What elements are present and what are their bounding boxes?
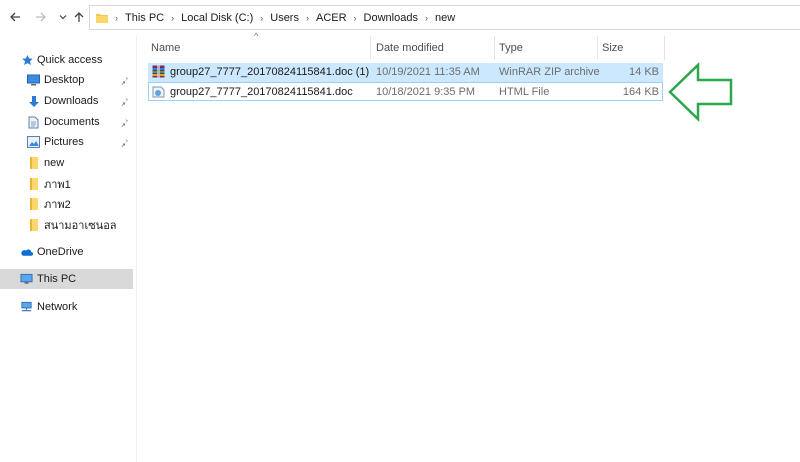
sidebar-item-pictures[interactable]: Pictures [0,132,133,152]
breadcrumb-new[interactable]: new [435,12,455,24]
breadcrumb-this-pc[interactable]: This PC [125,12,164,24]
sidebar-item-documents[interactable]: Documents [0,112,133,132]
column-header-name[interactable]: Name [151,36,371,60]
navigation-pane: Quick access Desktop Downloads Documents… [0,36,133,462]
folder-icon [27,198,40,211]
sidebar-item-desktop[interactable]: Desktop [0,70,133,90]
folder-icon [27,178,40,191]
file-size: 14 KB [629,65,659,78]
file-type: WinRAR ZIP archive [499,65,600,78]
sidebar-item-label: Pictures [44,136,84,148]
download-arrow-icon [27,95,40,108]
pane-divider [136,36,137,462]
sidebar-item-new[interactable]: new [0,153,133,173]
forward-arrow-icon [36,12,46,22]
breadcrumb-acer[interactable]: ACER [316,12,347,24]
breadcrumb-users[interactable]: Users [270,12,299,24]
sidebar-item-label: ภาพ1 [44,179,71,191]
breadcrumb-separator-icon: › [260,12,264,23]
sidebar-item-downloads[interactable]: Downloads [0,91,133,111]
file-size: 164 KB [622,85,659,98]
sidebar-item-label: Desktop [44,74,85,86]
sidebar-item-label: ภาพ2 [44,199,71,211]
sidebar-item-quick-access[interactable]: Quick access [0,50,133,70]
file-name[interactable]: group27_7777_20170824115841.doc [170,83,353,100]
document-icon [27,116,40,129]
picture-icon [27,136,40,149]
sidebar-item-label: This PC [37,273,77,285]
address-bar[interactable]: › This PC › Local Disk (C:) › Users › AC… [89,5,800,30]
column-header-type[interactable]: Type [499,36,595,60]
html-file-icon [152,83,165,100]
sidebar-item-onedrive[interactable]: OneDrive [0,242,133,262]
sidebar-item-folder-3[interactable]: สนามอาเซนอล [0,215,133,235]
file-name[interactable]: group27_7777_20170824115841.doc (1) [170,63,369,80]
network-icon [20,301,33,314]
pin-icon [121,97,128,106]
sidebar-item-label: OneDrive [37,246,84,258]
sidebar-item-label: Network [37,301,78,313]
sidebar-item-label: Downloads [44,95,99,107]
breadcrumb-separator-icon: › [115,12,118,23]
annotation-arrow-left-icon [668,62,733,122]
cloud-icon [20,246,33,259]
sidebar-item-label: สนามอาเซนอล [44,220,117,232]
folder-icon [27,157,40,170]
sidebar-item-folder-1[interactable]: ภาพ1 [0,174,133,194]
computer-icon [20,273,33,286]
column-header-date-modified[interactable]: Date modified [376,36,492,60]
folder-icon [27,219,40,232]
breadcrumb-separator-icon: › [171,12,175,23]
file-row[interactable]: group27_7777_20170824115841.doc (1) 10/1… [148,63,663,82]
pin-icon [121,138,128,147]
breadcrumb-separator-icon: › [424,12,428,23]
chevron-down-icon [59,15,67,20]
column-divider[interactable] [494,36,495,60]
star-icon [21,54,34,67]
breadcrumb-separator-icon: › [353,12,357,23]
back-button[interactable] [6,8,24,26]
pin-icon [121,118,128,127]
forward-button[interactable] [32,8,50,26]
file-date-modified: 10/18/2021 9:35 PM [376,85,476,98]
sidebar-item-label: Documents [44,116,100,128]
column-divider[interactable] [664,36,665,60]
sidebar-item-folder-2[interactable]: ภาพ2 [0,194,133,214]
sidebar-item-network[interactable]: Network [0,297,133,317]
column-divider[interactable] [370,36,371,60]
breadcrumb-separator-icon: › [305,12,309,23]
back-arrow-icon [10,12,20,22]
winrar-archive-icon [152,63,165,80]
toolbar: › This PC › Local Disk (C:) › Users › AC… [0,0,800,36]
breadcrumb-local-disk[interactable]: Local Disk (C:) [181,12,253,24]
file-date-modified: 10/19/2021 11:35 AM [376,65,480,78]
up-button[interactable] [70,8,88,26]
column-header-size[interactable]: Size [602,36,662,60]
sidebar-item-label: new [44,157,65,169]
sidebar-item-this-pc[interactable]: This PC [0,269,133,289]
file-type: HTML File [499,85,550,98]
up-arrow-icon [74,12,84,22]
desktop-icon [27,74,40,87]
sidebar-item-label: Quick access [37,54,103,66]
column-divider[interactable] [597,36,598,60]
file-row[interactable]: group27_7777_20170824115841.doc 10/18/20… [148,82,663,101]
folder-icon [96,13,108,23]
breadcrumb-downloads[interactable]: Downloads [364,12,418,24]
pin-icon [121,76,128,85]
